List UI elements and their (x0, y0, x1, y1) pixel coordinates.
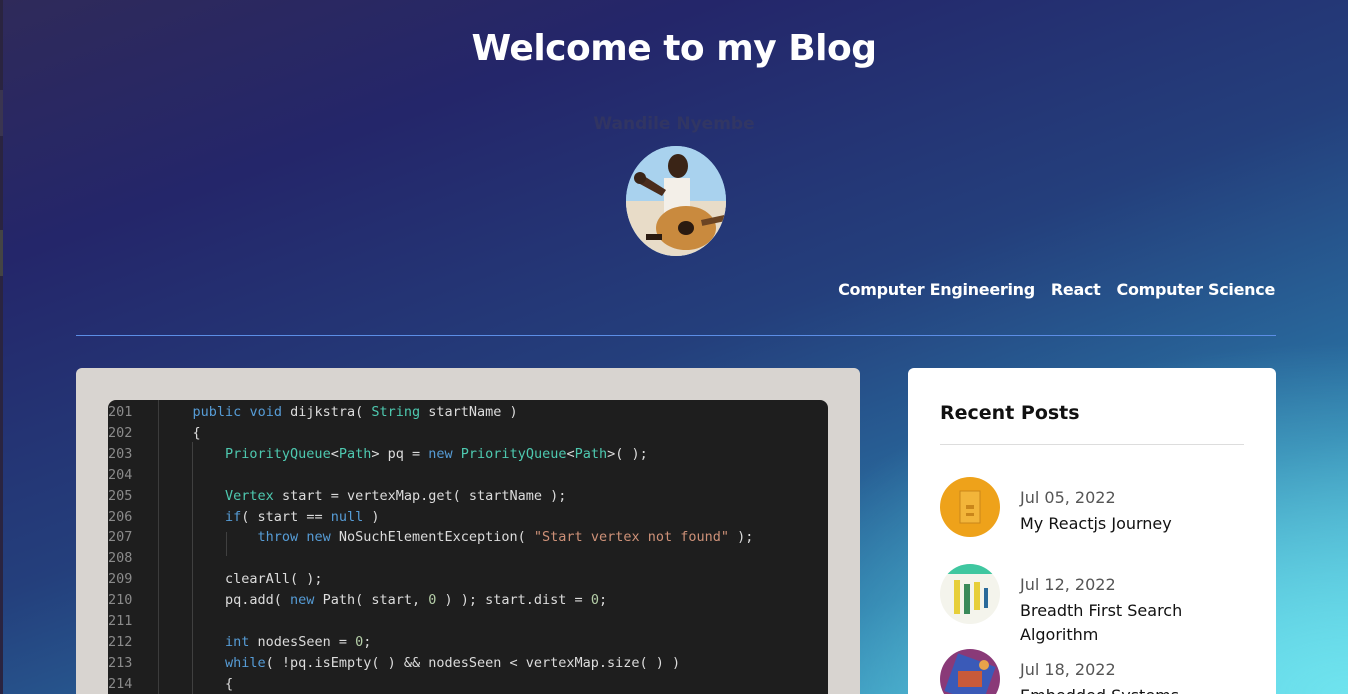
code-line-number: 210 (108, 592, 133, 609)
code-line: 201 public void dijkstra( String startNa… (108, 404, 828, 425)
code-line-text: pq.add( new Path( start, 0 ) ); start.di… (160, 592, 608, 609)
page-title: Welcome to my Blog (471, 28, 877, 69)
recent-post-title[interactable]: Embedded Systems (1020, 684, 1220, 694)
recent-post-date: Jul 18, 2022 (1020, 660, 1116, 679)
code-line-number: 211 (108, 613, 133, 629)
nav-link-react[interactable]: React (1051, 280, 1101, 299)
code-line-text: Vertex start = vertexMap.get( startName … (225, 487, 567, 504)
recent-post-title[interactable]: My Reactjs Journey (1020, 512, 1220, 536)
code-line-text: throw new NoSuchElementException( "Start… (257, 529, 754, 546)
nav-link-computer-engineering[interactable]: Computer Engineering (838, 280, 1035, 299)
code-line-text: public void dijkstra( String startName ) (192, 404, 518, 420)
featured-post-image: 201 public void dijkstra( String startNa… (108, 400, 828, 694)
code-line: 204 (108, 467, 828, 488)
recent-post-item[interactable]: Jul 18, 2022 Embedded Systems (940, 649, 1244, 694)
recent-post-date: Jul 05, 2022 (1020, 488, 1116, 507)
code-line-text: PriorityQueue<Path> pq = new PriorityQue… (225, 445, 648, 462)
recent-post-thumbnail (940, 649, 1000, 694)
code-line-number: 206 (108, 508, 133, 525)
code-line-text: clearAll( ); (160, 571, 323, 588)
code-line: 213 while( !pq.isEmpty( ) && nodesSeen <… (108, 655, 828, 676)
recent-post-title[interactable]: Breadth First Search Algorithm (1020, 599, 1220, 647)
featured-post-card[interactable]: 201 public void dijkstra( String startNa… (76, 368, 860, 694)
code-line: 211 (108, 613, 828, 634)
code-line: 206 if( start == null ) (108, 509, 828, 530)
recent-post-thumbnail (940, 477, 1000, 537)
recent-post-thumbnail (940, 564, 1000, 624)
recent-posts-title: Recent Posts (940, 402, 1080, 424)
recent-post-item[interactable]: Jul 12, 2022 Breadth First Search Algori… (940, 564, 1244, 644)
code-line: 210 pq.add( new Path( start, 0 ) ); star… (108, 592, 828, 613)
code-line-number: 212 (108, 633, 133, 650)
author-photo (626, 146, 726, 256)
author-avatar[interactable] (626, 146, 726, 256)
recent-posts-panel: Recent Posts Jul 05, 2022 My Reactjs Jou… (908, 368, 1276, 694)
code-line-text: { (160, 424, 201, 441)
nav-link-computer-science[interactable]: Computer Science (1117, 280, 1276, 299)
window-edge (0, 0, 3, 694)
code-line-text: { (160, 675, 234, 692)
code-line-number: 202 (108, 424, 133, 441)
code-line-number: 203 (108, 445, 133, 462)
code-line-number: 205 (108, 487, 133, 504)
code-line-number: 201 (108, 404, 133, 420)
code-line: 212 int nodesSeen = 0; (108, 634, 828, 655)
code-line-number: 207 (108, 529, 133, 546)
code-line: 209 clearAll( ); (108, 571, 828, 592)
recent-posts-divider (940, 444, 1244, 445)
author-name: Wandile Nyembe (593, 114, 755, 134)
code-line: 203 PriorityQueue<Path> pq = new Priorit… (108, 446, 828, 467)
code-line: 205 Vertex start = vertexMap.get( startN… (108, 488, 828, 509)
code-line-text: while( !pq.isEmpty( ) && nodesSeen < ver… (225, 654, 681, 671)
code-line-number: 213 (108, 654, 133, 671)
code-line: 202 { (108, 425, 828, 446)
recent-post-item[interactable]: Jul 05, 2022 My Reactjs Journey (940, 477, 1244, 547)
code-line-number: 214 (108, 675, 133, 692)
code-line: 214 { (108, 676, 828, 694)
code-line-number: 209 (108, 571, 133, 588)
code-line: 208 (108, 550, 828, 571)
recent-post-date: Jul 12, 2022 (1020, 575, 1116, 594)
header-divider (76, 335, 1276, 336)
code-line-text: int nodesSeen = 0; (225, 633, 372, 650)
code-line: 207 throw new NoSuchElementException( "S… (108, 529, 828, 550)
category-nav: Computer Engineering React Computer Scie… (838, 280, 1275, 299)
code-line-number: 204 (108, 466, 133, 483)
code-line-number: 208 (108, 550, 133, 567)
code-line-text: if( start == null ) (225, 508, 380, 525)
